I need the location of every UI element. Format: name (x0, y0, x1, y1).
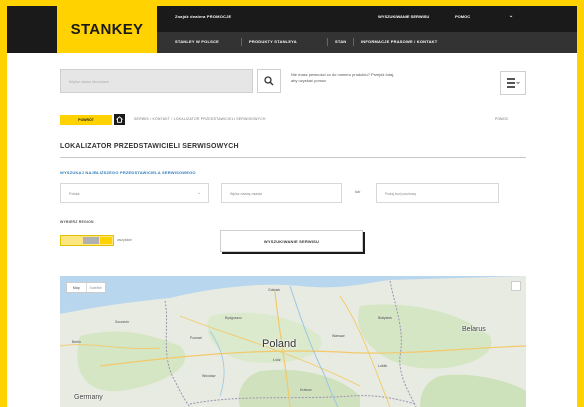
map-label: Szczecin (115, 320, 130, 324)
map-label: Białystok (378, 316, 393, 320)
postal-code-field[interactable]: Podaj kod pocztowy (376, 183, 499, 203)
breadcrumb[interactable]: SERWIS / KONTAKT / LOKALIZATOR PRZEDSTAW… (134, 117, 266, 121)
nav-item-stan[interactable]: STAN (335, 39, 346, 44)
map-type-map[interactable]: Map (67, 283, 86, 292)
title-divider (60, 157, 526, 158)
section-heading: WYSZUKAJ NAJBLIŻSZEGO PRZEDSTAWICIELA SE… (60, 170, 196, 175)
search-button[interactable] (257, 69, 281, 93)
postal-code-placeholder: Podaj kod pocztowy (385, 192, 417, 196)
map-label: Kraków (300, 388, 312, 392)
search-help-text[interactable]: Nie masz pewności co do numeru produktu?… (291, 72, 401, 84)
nav-divider (241, 38, 242, 46)
home-icon (116, 116, 123, 123)
region-toggle[interactable] (60, 235, 114, 246)
top-link-help[interactable]: POMOC (455, 14, 470, 19)
site-header: STANKEY Znajdź dealera PROMOCJE WYSZUKIW… (7, 6, 577, 53)
map-label: Poznań (190, 336, 202, 340)
search-input[interactable]: Wpisz słowo kluczowe (60, 69, 253, 93)
service-map[interactable]: Map Satellite Gdańsk Szczecin Bydgoszcz … (60, 276, 526, 407)
map-label: Wrocław (202, 374, 216, 378)
top-link-dealer[interactable]: Znajdź dealera PROMOCJE (175, 14, 231, 19)
search-icon (264, 76, 274, 86)
main-nav: STANLEY W POLSCE PRODUKTY STANLEYA STAN … (157, 32, 577, 53)
map-label: Bydgoszcz (225, 316, 242, 320)
country-select[interactable]: Polska ⌄ (60, 183, 209, 203)
map-type-satellite[interactable]: Satellite (85, 283, 106, 292)
map-label: Gdańsk (268, 288, 281, 292)
map-country-label: Belarus (462, 326, 486, 333)
city-field-placeholder: Wpisz nazwę miasta (230, 192, 262, 196)
map-type-control[interactable]: Map Satellite (66, 282, 106, 293)
map-country-label: Germany (74, 394, 103, 401)
nav-item-products[interactable]: PRODUKTY STANLEYA (249, 39, 297, 44)
nav-divider (353, 38, 354, 46)
page-title: LOKALIZATOR PRZEDSTAWICIELI SERWISOWYCH (60, 143, 239, 150)
map-country-label: Poland (262, 338, 297, 350)
toggle-knob (83, 237, 99, 244)
map-label: Lublin (378, 364, 388, 368)
stanley-logo[interactable]: STANKEY (57, 6, 157, 53)
nav-divider (327, 38, 328, 46)
country-select-value: Polska (69, 192, 80, 196)
search-service-button[interactable]: WYSZUKIWANIE SERWISU (220, 230, 363, 252)
menu-button[interactable] (500, 71, 526, 95)
search-placeholder: Wpisz słowo kluczowe (69, 79, 109, 84)
toggle-label: wszystkie (117, 238, 132, 242)
city-field[interactable]: Wpisz nazwę miasta (221, 183, 342, 203)
toggle-on-indicator (100, 237, 112, 244)
nav-item-stanley-poland[interactable]: STANLEY W POLSCE (175, 39, 219, 44)
map-label: Berlin (72, 340, 81, 344)
map-label: Warsaw (332, 334, 345, 338)
top-link-service[interactable]: WYSZUKIWANIE SERWISU (378, 14, 429, 19)
language-chevron-icon[interactable]: ⌄ (509, 13, 513, 19)
chevron-down-icon: ⌄ (196, 190, 201, 196)
map-label: Łódź (273, 358, 281, 362)
top-links: Znajdź dealera PROMOCJE WYSZUKIWANIE SER… (157, 6, 577, 28)
region-label: WYBIERZ REGION (60, 220, 94, 224)
grid-menu-icon (507, 78, 520, 88)
browser-viewport: STANKEY Znajdź dealera PROMOCJE WYSZUKIW… (7, 6, 577, 407)
home-button[interactable] (114, 114, 125, 125)
back-button[interactable]: POWRÓT (60, 115, 112, 125)
fullscreen-icon[interactable] (511, 281, 521, 291)
nav-item-press-contact[interactable]: INFORMACJE PRASOWE / KONTAKT (361, 39, 437, 44)
or-label: lub (355, 189, 361, 194)
help-link[interactable]: POMOC (495, 117, 508, 121)
